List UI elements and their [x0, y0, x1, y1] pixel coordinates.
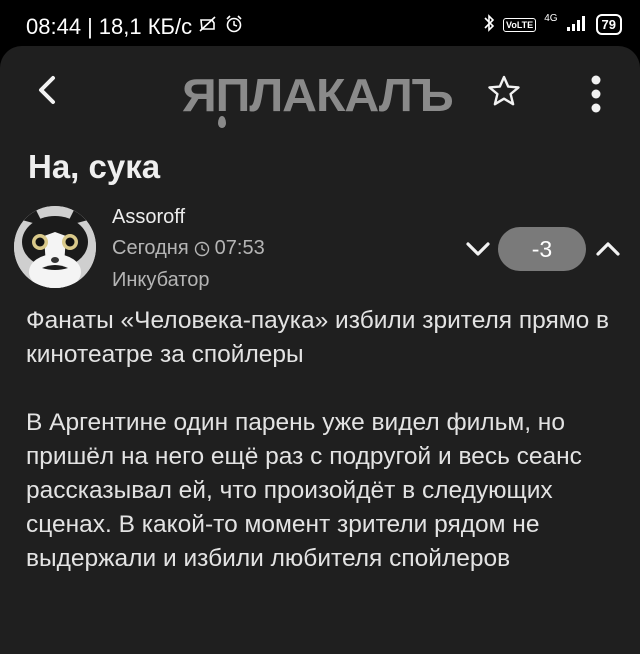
post-rating-badge: -3 [498, 227, 586, 271]
alarm-icon [224, 14, 244, 40]
app-panel: ЯПЛАКАЛЪ На, сука Assoroff Сегодня 07:53… [0, 46, 640, 654]
status-time: 08:44 [26, 14, 82, 39]
status-right: VoLTE 4G 79 [483, 13, 622, 36]
back-button[interactable] [28, 70, 68, 110]
more-vertical-icon [591, 75, 601, 113]
status-speed: 18,1 КБ/с [98, 14, 193, 39]
clock-icon [194, 241, 209, 256]
post-paragraph-main: В Аргентине один парень уже видел фильм,… [26, 409, 582, 572]
cat-avatar-image [14, 206, 96, 288]
volte-icon: VoLTE [503, 17, 537, 32]
chevron-left-icon [39, 76, 55, 104]
post-paragraph-lead: Фанаты «Человека-паука» избили зрителя п… [26, 307, 610, 368]
logo-tear-icon [218, 116, 226, 128]
status-bar: 08:44 | 18,1 КБ/с VoLTE 4G 79 [0, 0, 640, 46]
chevron-up-icon [596, 242, 620, 256]
author-avatar[interactable] [14, 206, 96, 288]
more-menu-button[interactable] [586, 72, 606, 116]
post-title: На, сука [28, 148, 161, 185]
logo-text: ЯПЛАКАЛЪ [182, 69, 454, 121]
site-logo[interactable]: ЯПЛАКАЛЪ [182, 66, 462, 128]
signal-icon [566, 15, 588, 34]
favorite-button[interactable] [484, 72, 524, 112]
battery-indicator: 79 [595, 14, 622, 35]
author-name[interactable]: Assoroff [112, 206, 185, 229]
bluetooth-icon [483, 13, 495, 36]
vote-down-button[interactable] [460, 231, 496, 267]
network-gen-label: 4G [544, 13, 558, 24]
post-time: 07:53 [214, 237, 265, 259]
status-left: 08:44 | 18,1 КБ/с [26, 14, 244, 40]
star-icon [488, 75, 520, 106]
chevron-down-icon [466, 242, 490, 256]
app-bar: ЯПЛАКАЛЪ [0, 46, 640, 136]
no-sync-icon [198, 14, 218, 40]
post-date-label: Сегодня [112, 237, 189, 259]
status-separator: | [87, 14, 93, 39]
post-date: Сегодня 07:53 [112, 237, 265, 260]
author-rank: Инкубатор [112, 269, 210, 291]
vote-up-button[interactable] [590, 231, 626, 267]
post-body: Фанаты «Человека-паука» избили зрителя п… [26, 304, 626, 576]
